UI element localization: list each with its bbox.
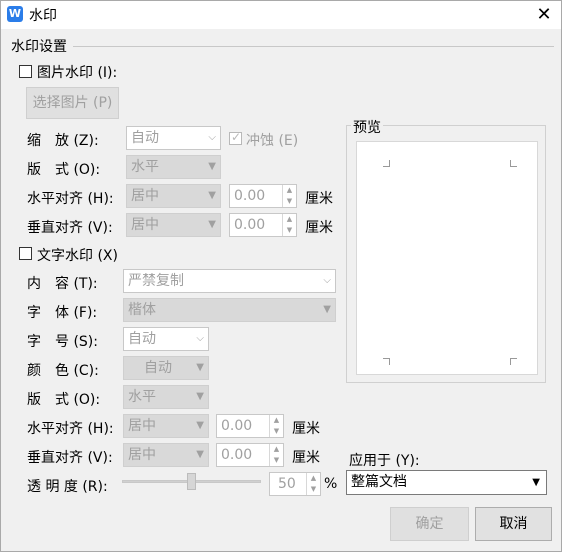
pic-v-offset-value: 0.00: [234, 217, 266, 233]
chevron-down-icon: ▼: [196, 420, 204, 431]
size-label: 字 号 (S):: [27, 334, 98, 350]
pic-layout-select[interactable]: 水平 ▼: [126, 155, 221, 179]
pic-v-align-label: 垂直对齐 (V):: [27, 220, 113, 236]
font-select[interactable]: 楷体 ▼: [123, 298, 336, 322]
washout-checkbox[interactable]: ✓: [229, 130, 242, 145]
cancel-button[interactable]: 取消: [475, 507, 552, 541]
text-v-offset-value: 0.00: [221, 447, 253, 463]
apply-to-value: 整篇文档: [351, 474, 407, 490]
scale-select[interactable]: 自动 ⌵: [126, 126, 221, 150]
group-title: 水印设置: [11, 36, 71, 56]
checkmark-icon: ✓: [231, 130, 242, 144]
pic-v-offset-input[interactable]: 0.00 ▲ ▼: [229, 213, 297, 237]
spin-up-icon[interactable]: ▲: [282, 214, 296, 225]
text-h-offset-input[interactable]: 0.00 ▲ ▼: [216, 414, 284, 438]
pic-h-unit: 厘米: [305, 191, 333, 207]
ok-button[interactable]: 确定: [390, 507, 469, 541]
transparency-value: 50: [278, 476, 296, 492]
washout-label: 冲蚀 (E): [246, 133, 299, 149]
chevron-down-icon: ⌵: [208, 132, 216, 143]
text-layout-value: 水平: [128, 389, 156, 405]
picture-watermark-label: 图片水印 (I):: [37, 65, 118, 81]
group-divider: [73, 46, 554, 47]
spin-up-icon[interactable]: ▲: [306, 473, 320, 484]
text-h-align-value: 居中: [128, 418, 156, 434]
text-h-align-select[interactable]: 居中 ▼: [123, 414, 209, 438]
select-picture-button[interactable]: 选择图片 (P): [26, 87, 119, 119]
scale-label: 缩 放 (Z):: [27, 133, 99, 149]
text-v-align-value: 居中: [128, 447, 156, 463]
text-v-unit: 厘米: [292, 450, 320, 466]
scale-value: 自动: [131, 130, 159, 146]
spin-down-icon[interactable]: ▼: [306, 484, 320, 495]
spin-down-icon[interactable]: ▼: [282, 196, 296, 207]
chevron-down-icon: ▼: [323, 304, 331, 315]
text-v-align-label: 垂直对齐 (V):: [27, 450, 113, 466]
picture-watermark-checkbox[interactable]: [19, 65, 32, 78]
text-v-offset-input[interactable]: 0.00 ▲ ▼: [216, 443, 284, 467]
margin-corner-mark: [510, 160, 517, 167]
chevron-down-icon: ▼: [196, 449, 204, 460]
transparency-slider-thumb[interactable]: [187, 473, 196, 490]
pic-v-align-select[interactable]: 居中 ▼: [126, 213, 221, 237]
preview-title: 预览: [351, 117, 383, 137]
chevron-down-icon: ▼: [532, 477, 540, 488]
color-value: 自动: [144, 360, 172, 376]
text-h-align-label: 水平对齐 (H):: [27, 421, 114, 437]
pic-layout-value: 水平: [131, 159, 159, 175]
apply-to-select[interactable]: 整篇文档 ▼: [346, 470, 547, 495]
spin-up-icon[interactable]: ▲: [269, 444, 283, 455]
pic-h-align-select[interactable]: 居中 ▼: [126, 184, 221, 208]
text-watermark-checkbox[interactable]: [19, 247, 32, 260]
title-bar: W 水印 ✕: [1, 1, 561, 29]
margin-corner-mark: [383, 358, 390, 365]
text-h-offset-value: 0.00: [221, 418, 253, 434]
transparency-input[interactable]: 50 ▲ ▼: [269, 472, 321, 496]
size-value: 自动: [128, 331, 156, 347]
spin-up-icon[interactable]: ▲: [269, 415, 283, 426]
color-select[interactable]: 自动 ▼: [123, 356, 209, 380]
transparency-label: 透 明 度 (R):: [27, 479, 108, 495]
pic-layout-label: 版 式 (O):: [27, 162, 101, 178]
content-value: 严禁复制: [128, 273, 184, 289]
chevron-down-icon: ⌵: [196, 333, 204, 344]
app-icon: W: [7, 6, 23, 22]
margin-corner-mark: [510, 358, 517, 365]
text-layout-label: 版 式 (O):: [27, 392, 101, 408]
pic-v-align-value: 居中: [131, 217, 159, 233]
chevron-down-icon: ▼: [196, 391, 204, 402]
text-h-unit: 厘米: [292, 421, 320, 437]
transparency-unit: %: [324, 476, 338, 492]
chevron-down-icon: ▼: [196, 362, 204, 373]
spin-down-icon[interactable]: ▼: [269, 426, 283, 437]
spin-up-icon[interactable]: ▲: [282, 185, 296, 196]
spin-down-icon[interactable]: ▼: [282, 225, 296, 236]
dialog-title: 水印: [29, 8, 57, 24]
watermark-dialog: W 水印 ✕ 水印设置 图片水印 (I): 选择图片 (P) 缩 放 (Z): …: [0, 0, 562, 552]
text-layout-select[interactable]: 水平 ▼: [123, 385, 209, 409]
margin-corner-mark: [383, 160, 390, 167]
pic-h-align-value: 居中: [131, 188, 159, 204]
color-label: 颜 色 (C):: [27, 363, 99, 379]
chevron-down-icon: ▼: [208, 219, 216, 230]
pic-v-unit: 厘米: [305, 220, 333, 236]
pic-h-offset-value: 0.00: [234, 188, 266, 204]
font-label: 字 体 (F):: [27, 305, 98, 321]
pic-h-align-label: 水平对齐 (H):: [27, 191, 114, 207]
chevron-down-icon: ⌵: [323, 275, 331, 286]
content-combo[interactable]: 严禁复制 ⌵: [123, 269, 336, 293]
text-v-align-select[interactable]: 居中 ▼: [123, 443, 209, 467]
chevron-down-icon: ▼: [208, 161, 216, 172]
preview-page: [356, 141, 538, 375]
font-value: 楷体: [128, 302, 156, 318]
close-button[interactable]: ✕: [527, 1, 561, 29]
content-label: 内 容 (T):: [27, 276, 98, 292]
text-watermark-label: 文字水印 (X): [37, 248, 118, 264]
size-combo[interactable]: 自动 ⌵: [123, 327, 209, 351]
pic-h-offset-input[interactable]: 0.00 ▲ ▼: [229, 184, 297, 208]
spin-down-icon[interactable]: ▼: [269, 455, 283, 466]
apply-to-label: 应用于 (Y):: [349, 453, 420, 469]
chevron-down-icon: ▼: [208, 190, 216, 201]
